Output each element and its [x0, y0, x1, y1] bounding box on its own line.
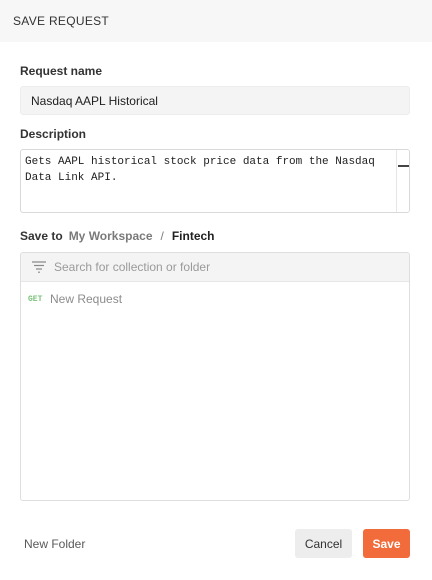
request-name-input[interactable]	[20, 86, 410, 115]
save-to-label: Save to	[20, 229, 63, 243]
save-to-breadcrumb: Save to My Workspace / Fintech	[20, 229, 215, 243]
filter-icon[interactable]	[32, 261, 46, 273]
description-label: Description	[20, 127, 87, 141]
breadcrumb-collection: Fintech	[171, 229, 215, 243]
method-badge: GET	[28, 294, 43, 304]
save-button[interactable]: Save	[363, 529, 410, 558]
dialog-header: SAVE REQUEST	[0, 0, 432, 42]
breadcrumb-separator: /	[160, 229, 164, 243]
request-name-label: Request name	[20, 64, 103, 78]
list-item[interactable]: GET New Request	[21, 289, 409, 309]
dialog-title: SAVE REQUEST	[13, 14, 110, 28]
collection-search-bar	[21, 253, 409, 282]
breadcrumb-workspace[interactable]: My Workspace	[69, 229, 153, 243]
collection-browser: GET New Request	[20, 252, 410, 501]
collection-search-input[interactable]	[54, 260, 384, 274]
new-folder-button[interactable]: New Folder	[24, 537, 85, 551]
description-field[interactable]: Gets AAPL historical stock price data fr…	[20, 149, 410, 213]
scrollbar-thumb[interactable]	[398, 165, 409, 167]
request-item-name: New Request	[50, 292, 123, 306]
description-textarea[interactable]: Gets AAPL historical stock price data fr…	[25, 154, 397, 210]
description-scrollbar[interactable]	[396, 150, 409, 212]
cancel-button[interactable]: Cancel	[295, 529, 352, 558]
